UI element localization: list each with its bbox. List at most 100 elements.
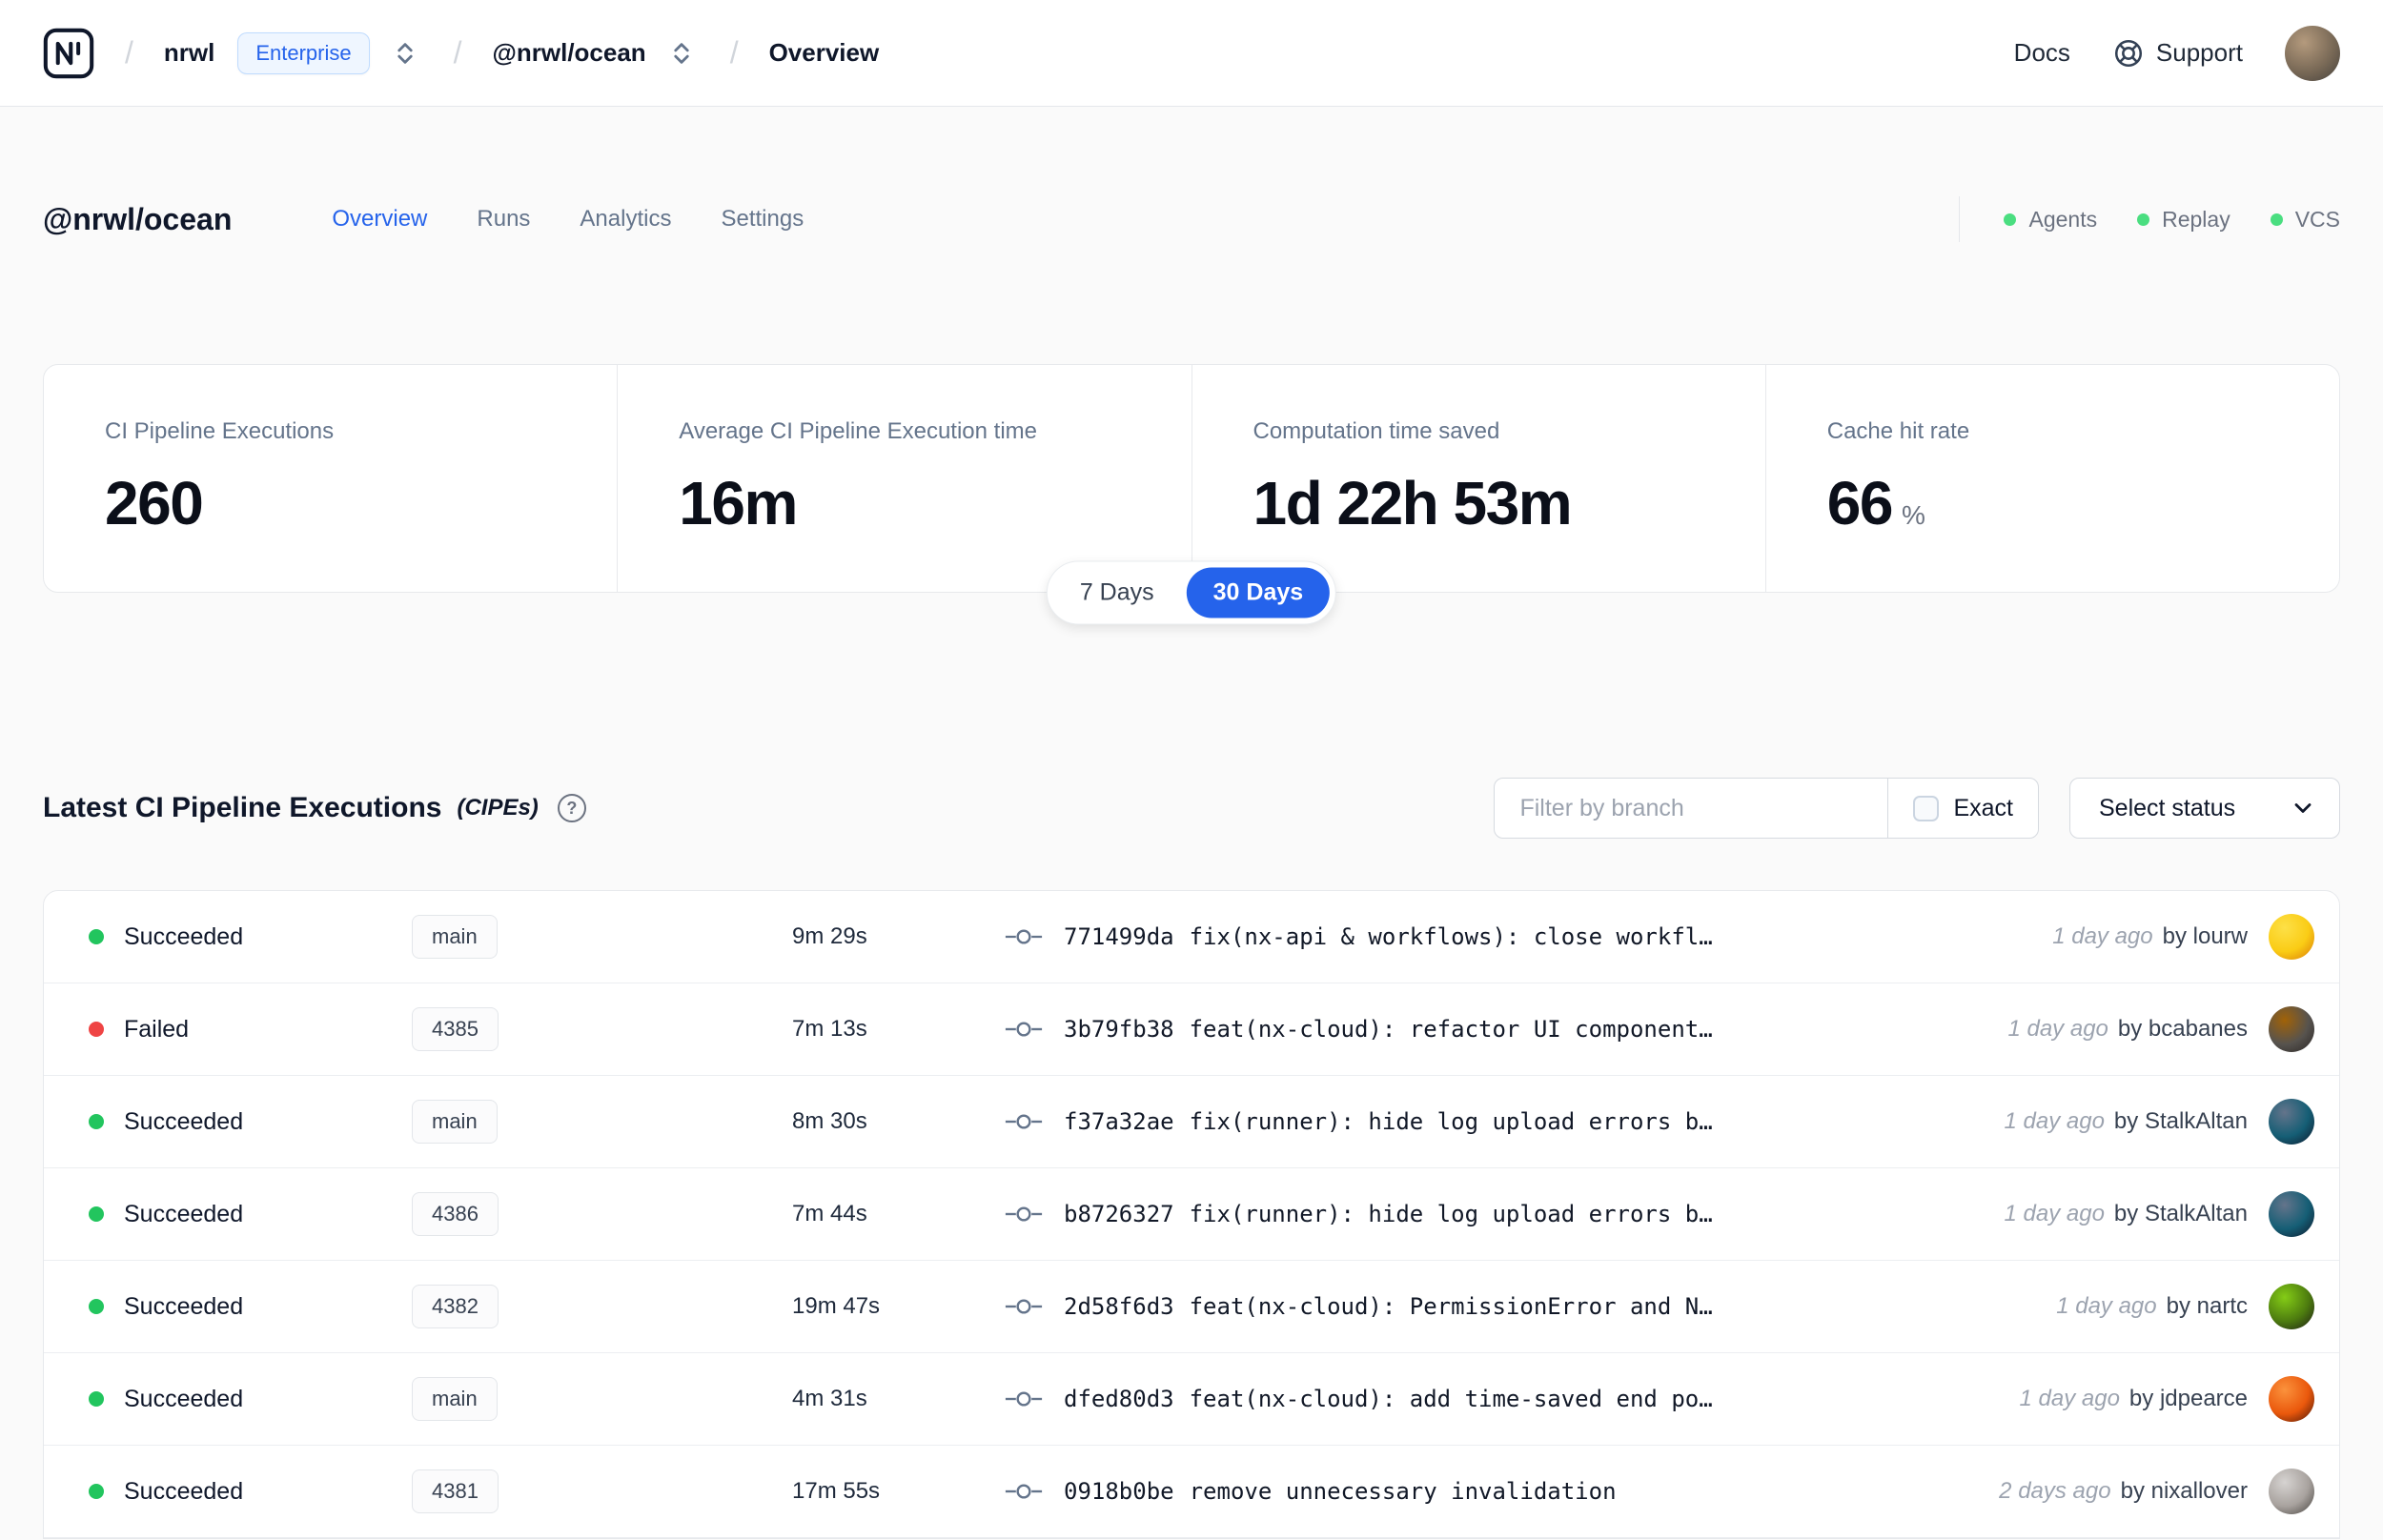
tab-analytics[interactable]: Analytics [580, 206, 671, 233]
stat-label: CI Pipeline Executions [105, 418, 335, 444]
top-navbar: / nrwl Enterprise / @nrwl/ocean / Overvi… [0, 0, 2383, 107]
branch-badge[interactable]: main [412, 1377, 498, 1421]
user-avatar[interactable] [2285, 25, 2340, 81]
status-label: Succeeded [124, 1292, 244, 1320]
cipe-row[interactable]: Succeeded 4382 19m 47s 2d58f6d3 feat(nx-c… [44, 1261, 2339, 1353]
commit-link[interactable]: b8726327 fix(runner): hide log upload err… [1064, 1201, 1713, 1227]
tab-overview[interactable]: Overview [332, 206, 427, 233]
commit-message: fix(nx-api & workflows): close workfl… [1189, 923, 1713, 950]
commit-message: feat(nx-cloud): add time-saved end po… [1189, 1386, 1713, 1412]
workspace-switcher-button[interactable] [663, 35, 700, 71]
nx-logo[interactable] [43, 28, 94, 79]
commit-link[interactable]: 3b79fb38 feat(nx-cloud): refactor UI comp… [1064, 1016, 1713, 1043]
author-avatar [2269, 1099, 2314, 1145]
branch-badge[interactable]: 4382 [412, 1285, 499, 1328]
chevron-up-down-icon [397, 42, 413, 64]
indicator-vcs[interactable]: VCS [2270, 207, 2340, 233]
exact-label: Exact [1953, 794, 2013, 821]
branch-filter-group: Exact [1494, 778, 2039, 839]
relative-time: 1 day ago [2052, 923, 2153, 949]
commit-message: fix(runner): hide log upload errors b… [1189, 1201, 1713, 1227]
branch-badge[interactable]: 4381 [412, 1469, 499, 1513]
status-dot [89, 1206, 104, 1222]
commit-link[interactable]: f37a32ae fix(runner): hide log upload err… [1064, 1108, 1713, 1135]
cipe-row[interactable]: Failed 4385 7m 13s 3b79fb38 feat(nx-cloud… [44, 983, 2339, 1076]
org-switcher-button[interactable] [387, 35, 423, 71]
stat-computation-time-saved: Computation time saved 1d 22h 53m [1191, 365, 1765, 592]
chevron-up-down-icon [674, 42, 689, 64]
git-commit-icon [1005, 1206, 1043, 1222]
indicator-agents[interactable]: Agents [2004, 207, 2097, 233]
author-label: by nixallover [2120, 1478, 2248, 1504]
section-title-note: (CIPEs) [457, 795, 539, 821]
author-avatar [2269, 1284, 2314, 1329]
cipe-table: Succeeded main 9m 29s 771499da fix(nx-api… [43, 890, 2340, 1539]
select-status-dropdown[interactable]: Select status [2069, 778, 2340, 839]
branch-badge[interactable]: main [412, 1100, 498, 1144]
green-dot-icon [2270, 213, 2283, 226]
commit-link[interactable]: 771499da fix(nx-api & workflows): close w… [1064, 923, 1713, 950]
divider [1959, 196, 1961, 242]
branch-badge[interactable]: 4385 [412, 1007, 499, 1051]
status-dot [89, 1114, 104, 1129]
duration-label: 19m 47s [792, 1293, 881, 1319]
stat-label: Average CI Pipeline Execution time [679, 418, 1038, 444]
tab-runs[interactable]: Runs [477, 206, 530, 233]
author-avatar [2269, 1469, 2314, 1514]
duration-label: 4m 31s [792, 1386, 867, 1411]
commit-link[interactable]: 2d58f6d3 feat(nx-cloud): PermissionError … [1064, 1293, 1713, 1320]
help-icon[interactable]: ? [557, 794, 586, 822]
status-label: Failed [124, 1015, 190, 1043]
cipe-row[interactable]: Succeeded main 4m 31s dfed80d3 feat(nx-cl… [44, 1353, 2339, 1446]
status-dot [89, 1299, 104, 1314]
cipe-row[interactable]: Succeeded 4381 17m 55s 0918b0be remove un… [44, 1446, 2339, 1538]
tab-settings[interactable]: Settings [721, 206, 804, 233]
commit-message: remove unnecessary invalidation [1189, 1478, 1617, 1505]
stat-label: Cache hit rate [1826, 418, 1970, 444]
exact-checkbox[interactable] [1913, 795, 1940, 821]
breadcrumb-org[interactable]: nrwl [164, 38, 214, 68]
status-label: Succeeded [124, 1385, 244, 1412]
indicator-replay[interactable]: Replay [2137, 207, 2230, 233]
commit-link[interactable]: dfed80d3 feat(nx-cloud): add time-saved e… [1064, 1386, 1713, 1412]
author-label: by jdpearce [2128, 1386, 2248, 1411]
commit-hash: 771499da [1064, 923, 1174, 950]
commit-hash: f37a32ae [1064, 1108, 1174, 1135]
branch-badge[interactable]: 4386 [412, 1192, 499, 1236]
git-commit-icon [1005, 1391, 1043, 1407]
range-30-days-button[interactable]: 30 Days [1186, 567, 1331, 618]
status-dot [89, 1391, 104, 1407]
stat-value: 1d 22h 53m [1253, 469, 1573, 537]
status-dot [89, 1484, 104, 1499]
cipe-row[interactable]: Succeeded 4386 7m 44s b8726327 fix(runner… [44, 1168, 2339, 1261]
author-label: by StalkAltan [2113, 1201, 2248, 1226]
exact-toggle[interactable]: Exact [1887, 779, 2038, 838]
stat-value: 16m [679, 469, 798, 537]
status-indicators: Agents Replay VCS [2004, 207, 2340, 233]
branch-badge[interactable]: main [412, 915, 498, 959]
support-label: Support [2155, 38, 2243, 67]
cipe-row[interactable]: Succeeded main 9m 29s 771499da fix(nx-api… [44, 891, 2339, 983]
commit-hash: dfed80d3 [1064, 1386, 1174, 1412]
docs-link[interactable]: Docs [2014, 38, 2070, 68]
stat-label: Computation time saved [1253, 418, 1500, 444]
duration-label: 7m 44s [792, 1201, 867, 1226]
cipe-row[interactable]: Succeeded main 8m 30s f37a32ae fix(runner… [44, 1076, 2339, 1168]
author-label: by nartc [2166, 1293, 2248, 1319]
commit-link[interactable]: 0918b0be remove unnecessary invalidation [1064, 1478, 1617, 1505]
duration-label: 17m 55s [792, 1478, 881, 1504]
author-avatar [2269, 1376, 2314, 1422]
breadcrumb-workspace[interactable]: @nrwl/ocean [493, 38, 646, 68]
stat-value: 260 [105, 469, 204, 537]
breadcrumb-separator: / [729, 35, 739, 70]
stat-average-execution-time: Average CI Pipeline Execution time 16m [617, 365, 1191, 592]
support-link[interactable]: Support [2112, 37, 2243, 70]
commit-message: fix(runner): hide log upload errors b… [1189, 1108, 1713, 1135]
status-label: Succeeded [124, 1477, 244, 1505]
author-avatar [2269, 1191, 2314, 1237]
range-7-days-button[interactable]: 7 Days [1053, 568, 1181, 618]
breadcrumb-page: Overview [768, 38, 880, 67]
branch-filter-input[interactable] [1495, 779, 1888, 838]
green-dot-icon [2137, 213, 2150, 226]
author-label: by StalkAltan [2113, 1108, 2248, 1134]
